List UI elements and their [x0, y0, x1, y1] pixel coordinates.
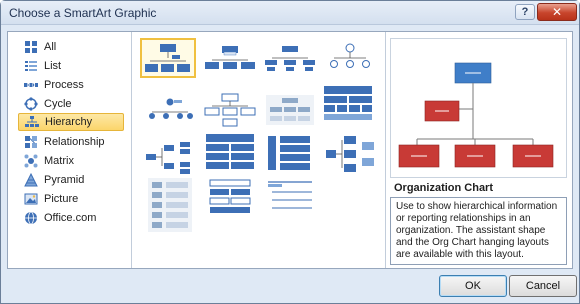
preview-panel: Organization Chart Use to show hierarchi… — [386, 32, 573, 268]
close-button[interactable]: ✕ — [537, 3, 577, 21]
help-button[interactable]: ? — [515, 4, 535, 20]
category-item-cycle[interactable]: Cycle — [18, 95, 124, 113]
preview-image — [390, 38, 567, 178]
category-label: All — [44, 41, 57, 53]
layout-thumbnail-architecture-layout[interactable] — [202, 176, 258, 216]
category-item-relationship[interactable]: Relationship — [18, 133, 124, 151]
category-label: Cycle — [44, 98, 72, 110]
dialog-content: All List Process Cycle Hierarchy Relatio… — [7, 31, 573, 269]
layout-thumbnail-horizontal-org-chart[interactable] — [322, 132, 378, 172]
grid-icon — [25, 41, 37, 53]
category-label: Pyramid — [44, 174, 85, 186]
category-list: All List Process Cycle Hierarchy Relatio… — [8, 32, 131, 268]
relationship-icon — [25, 136, 37, 148]
layout-thumbnail-hierarchy-outline[interactable] — [202, 90, 258, 130]
preview-title: Organization Chart — [394, 182, 494, 194]
pyramid-icon — [24, 173, 38, 187]
category-item-picture[interactable]: Picture — [18, 190, 124, 208]
office-icon — [25, 211, 37, 225]
layout-thumbnail-hierarchy-list[interactable] — [202, 132, 258, 172]
category-item-all[interactable]: All — [18, 38, 124, 56]
layout-gallery — [132, 32, 385, 268]
layout-thumbnail-horizontal-hierarchy[interactable] — [142, 138, 198, 178]
category-item-process[interactable]: Process — [18, 76, 124, 94]
smartart-dialog: Choose a SmartArt Graphic ? ✕ All List P… — [0, 0, 580, 304]
category-item-matrix[interactable]: Matrix — [18, 152, 124, 170]
cancel-button[interactable]: Cancel — [509, 275, 577, 297]
preview-description: Use to show hierarchical information or … — [390, 197, 567, 265]
category-label: Hierarchy — [45, 116, 93, 128]
layout-thumbnail-horizontal-labeled-hierarchy[interactable] — [262, 132, 318, 172]
category-label: Relationship — [44, 136, 105, 148]
category-label: Office.com — [44, 212, 97, 224]
layout-thumbnail-table-hierarchy[interactable] — [320, 84, 376, 124]
layout-thumbnail-half-circle-org-chart[interactable] — [262, 38, 318, 78]
ok-button[interactable]: OK — [439, 275, 507, 297]
dialog-title: Choose a SmartArt Graphic — [9, 6, 157, 20]
category-item-office-com[interactable]: Office.com — [18, 209, 124, 227]
category-item-list[interactable]: List — [18, 57, 124, 75]
title-bar: Choose a SmartArt Graphic ? ✕ — [1, 1, 579, 25]
layout-thumbnail-circle-picture-hierarchy[interactable] — [322, 38, 378, 78]
cycle-icon — [24, 97, 38, 111]
category-item-pyramid[interactable]: Pyramid — [18, 171, 124, 189]
matrix-icon — [24, 154, 38, 168]
category-item-hierarchy[interactable]: Hierarchy — [18, 113, 124, 131]
category-label: Process — [44, 79, 84, 91]
list-icon — [25, 61, 37, 71]
hierarchy-icon — [25, 116, 39, 127]
process-icon — [24, 83, 38, 87]
layout-thumbnail-labeled-hierarchy-circles[interactable] — [142, 90, 198, 130]
layout-thumbnail-organization-chart[interactable] — [140, 38, 196, 78]
category-label: List — [44, 60, 62, 72]
picture-icon — [24, 193, 38, 205]
category-label: Matrix — [44, 155, 74, 167]
layout-thumbnail-stacked-hierarchy[interactable] — [262, 90, 318, 130]
layout-thumbnail-lined-list[interactable] — [142, 176, 198, 232]
layout-thumbnail-lined-text-hierarchy[interactable] — [262, 176, 318, 216]
layout-thumbnail-name-title-org-chart[interactable] — [202, 38, 258, 78]
category-label: Picture — [44, 193, 79, 205]
